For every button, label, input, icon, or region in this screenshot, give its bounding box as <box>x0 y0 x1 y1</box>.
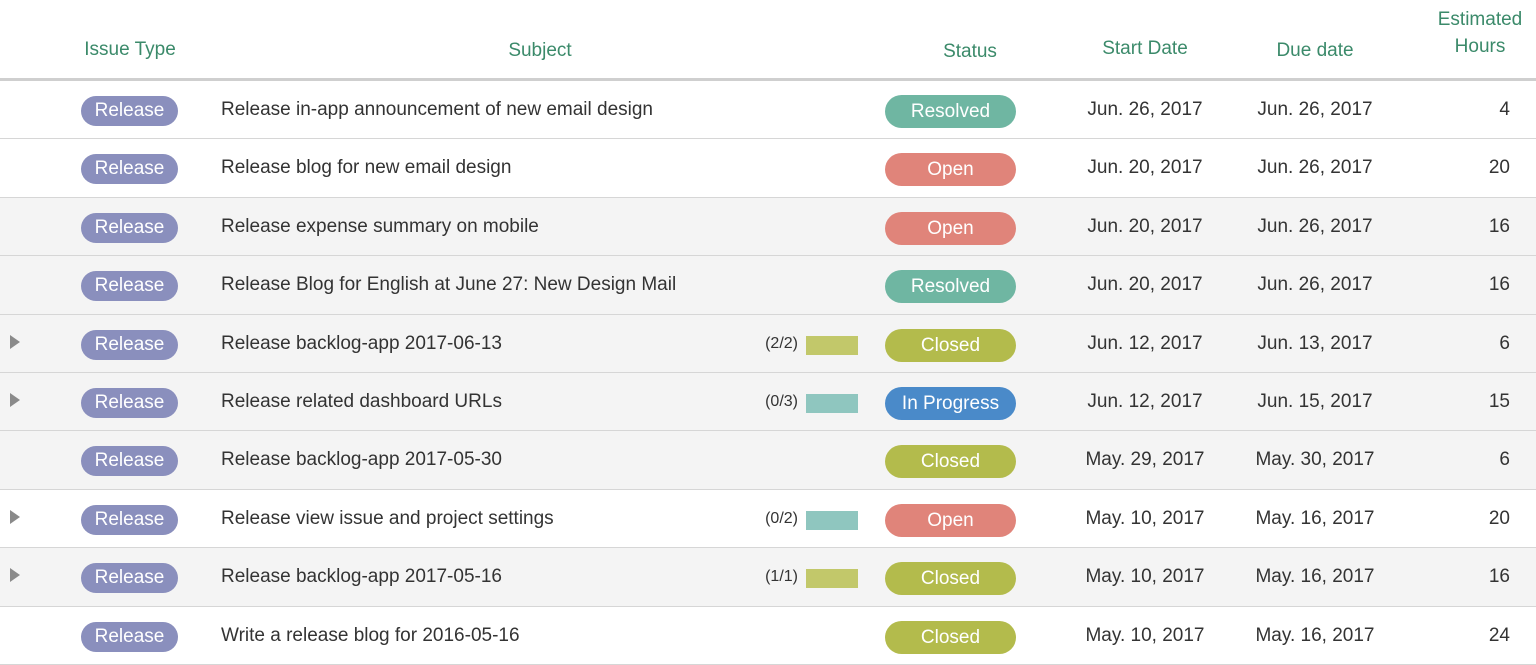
status-badge[interactable]: Open <box>885 153 1016 187</box>
issue-subject-link[interactable]: Release backlog-app 2017-06-13 <box>221 333 502 355</box>
expand-triangle-icon[interactable] <box>10 509 20 524</box>
table-row[interactable]: Release Release backlog-app 2017-05-30 Clo… <box>0 431 1536 490</box>
estimated-hours-line1: Estimated <box>1437 9 1523 30</box>
subtask-progress-count: (0/3) <box>765 392 798 410</box>
issue-table: Issue Type Subject Status Start Date Due… <box>0 0 1536 665</box>
status-badge[interactable]: Closed <box>885 328 1016 362</box>
table-row[interactable]: Release Release related dashboard URLs (0/… <box>0 372 1536 432</box>
issue-type-badge: Release <box>81 504 178 535</box>
estimated-hours: 6 <box>1499 449 1510 471</box>
issue-subject-link[interactable]: Release view issue and project settings <box>221 508 554 530</box>
start-date: Jun. 12, 2017 <box>1087 332 1203 354</box>
column-header-estimated-hours[interactable]: Estimated Hours <box>1424 6 1536 60</box>
issue-subject-link[interactable]: Release blog for new email design <box>221 157 511 179</box>
estimated-hours: 15 <box>1488 390 1510 412</box>
issue-type-badge: Release <box>81 96 178 126</box>
issue-subject-link[interactable]: Release backlog-app 2017-05-30 <box>221 449 502 471</box>
due-date: Jun. 26, 2017 <box>1257 99 1373 120</box>
column-header-subject[interactable]: Subject <box>470 40 610 62</box>
table-row[interactable]: Release Release backlog-app 2017-05-16 (1/… <box>0 548 1536 607</box>
estimated-hours: 6 <box>1499 332 1510 354</box>
start-date: Jun. 12, 2017 <box>1087 390 1203 412</box>
status-badge[interactable]: Open <box>885 503 1016 537</box>
subtask-progress-bar <box>806 335 858 355</box>
table-row[interactable]: Release Release blog for new email design… <box>0 139 1536 198</box>
estimated-hours: 20 <box>1488 507 1510 529</box>
table-row[interactable]: Release Write a release blog for 2016-05-… <box>0 607 1536 665</box>
table-body: Release Release in-app announcement of ne… <box>0 81 1536 665</box>
start-date: May. 10, 2017 <box>1085 624 1205 646</box>
due-date: May. 16, 2017 <box>1255 624 1375 646</box>
due-date: May. 16, 2017 <box>1255 507 1375 529</box>
column-header-status[interactable]: Status <box>920 41 1020 63</box>
start-date: Jun. 20, 2017 <box>1087 274 1203 296</box>
issue-type-badge: Release <box>81 329 178 360</box>
issue-type-badge: Release <box>81 563 178 594</box>
due-date: Jun. 26, 2017 <box>1257 274 1373 296</box>
subtask-progress-count: (2/2) <box>765 334 798 352</box>
column-header-issue-type[interactable]: Issue Type <box>70 39 190 61</box>
column-header-start-date[interactable]: Start Date <box>1080 38 1210 60</box>
start-date: Jun. 20, 2017 <box>1087 215 1203 237</box>
due-date: May. 30, 2017 <box>1255 449 1375 471</box>
start-date: Jun. 26, 2017 <box>1087 99 1203 120</box>
expand-triangle-icon[interactable] <box>10 568 20 583</box>
table-row[interactable]: Release Release expense summary on mobile… <box>0 197 1536 257</box>
issue-type-badge: Release <box>81 154 178 185</box>
estimated-hours: 16 <box>1488 215 1510 237</box>
estimated-hours-line2: Hours <box>1454 36 1506 57</box>
status-badge[interactable]: Closed <box>885 562 1016 596</box>
subtask-progress-bar <box>806 569 858 589</box>
due-date: Jun. 13, 2017 <box>1257 332 1373 354</box>
subtask-progress-bar <box>806 510 858 530</box>
status-badge[interactable]: Open <box>885 211 1016 245</box>
due-date: Jun. 15, 2017 <box>1257 390 1373 412</box>
issue-subject-link[interactable]: Release Blog for English at June 27: New… <box>221 274 676 296</box>
subtask-progress-bar <box>806 393 858 413</box>
status-badge[interactable]: Closed <box>885 620 1016 654</box>
estimated-hours: 16 <box>1488 566 1510 588</box>
issue-type-badge: Release <box>81 271 178 302</box>
issue-type-badge: Release <box>81 212 178 243</box>
status-badge[interactable]: Closed <box>885 445 1016 479</box>
status-badge[interactable]: In Progress <box>885 386 1016 420</box>
subtask-progress-count: (1/1) <box>765 568 798 586</box>
estimated-hours: 24 <box>1488 624 1510 646</box>
estimated-hours: 16 <box>1488 274 1510 296</box>
issue-subject-link[interactable]: Release in-app announcement of new email… <box>221 99 653 121</box>
status-badge[interactable]: Resolved <box>885 270 1016 304</box>
start-date: May. 10, 2017 <box>1085 507 1205 529</box>
table-row[interactable]: Release Release in-app announcement of ne… <box>0 81 1536 140</box>
expand-triangle-icon[interactable] <box>10 334 20 349</box>
issue-subject-link[interactable]: Release related dashboard URLs <box>221 391 502 413</box>
subtask-progress-count: (0/2) <box>765 509 798 527</box>
estimated-hours: 4 <box>1499 99 1510 120</box>
table-row[interactable]: Release Release view issue and project se… <box>0 490 1536 549</box>
column-header-due-date[interactable]: Due date <box>1250 40 1380 62</box>
due-date: May. 16, 2017 <box>1255 566 1375 588</box>
issue-type-badge: Release <box>81 387 178 418</box>
start-date: May. 10, 2017 <box>1085 566 1205 588</box>
start-date: May. 29, 2017 <box>1085 449 1205 471</box>
issue-type-badge: Release <box>81 446 178 477</box>
issue-subject-link[interactable]: Release backlog-app 2017-05-16 <box>221 566 502 588</box>
due-date: Jun. 26, 2017 <box>1257 215 1373 237</box>
status-badge[interactable]: Resolved <box>885 95 1016 128</box>
issue-subject-link[interactable]: Release expense summary on mobile <box>221 216 539 238</box>
issue-subject-link[interactable]: Write a release blog for 2016-05-16 <box>221 625 520 647</box>
table-header: Issue Type Subject Status Start Date Due… <box>0 0 1536 81</box>
start-date: Jun. 20, 2017 <box>1087 157 1203 179</box>
due-date: Jun. 26, 2017 <box>1257 157 1373 179</box>
estimated-hours: 20 <box>1488 157 1510 179</box>
issue-type-badge: Release <box>81 621 178 652</box>
table-row[interactable]: Release Release backlog-app 2017-06-13 (2/… <box>0 314 1536 373</box>
expand-triangle-icon[interactable] <box>10 392 20 407</box>
table-row[interactable]: Release Release Blog for English at June … <box>0 256 1536 315</box>
